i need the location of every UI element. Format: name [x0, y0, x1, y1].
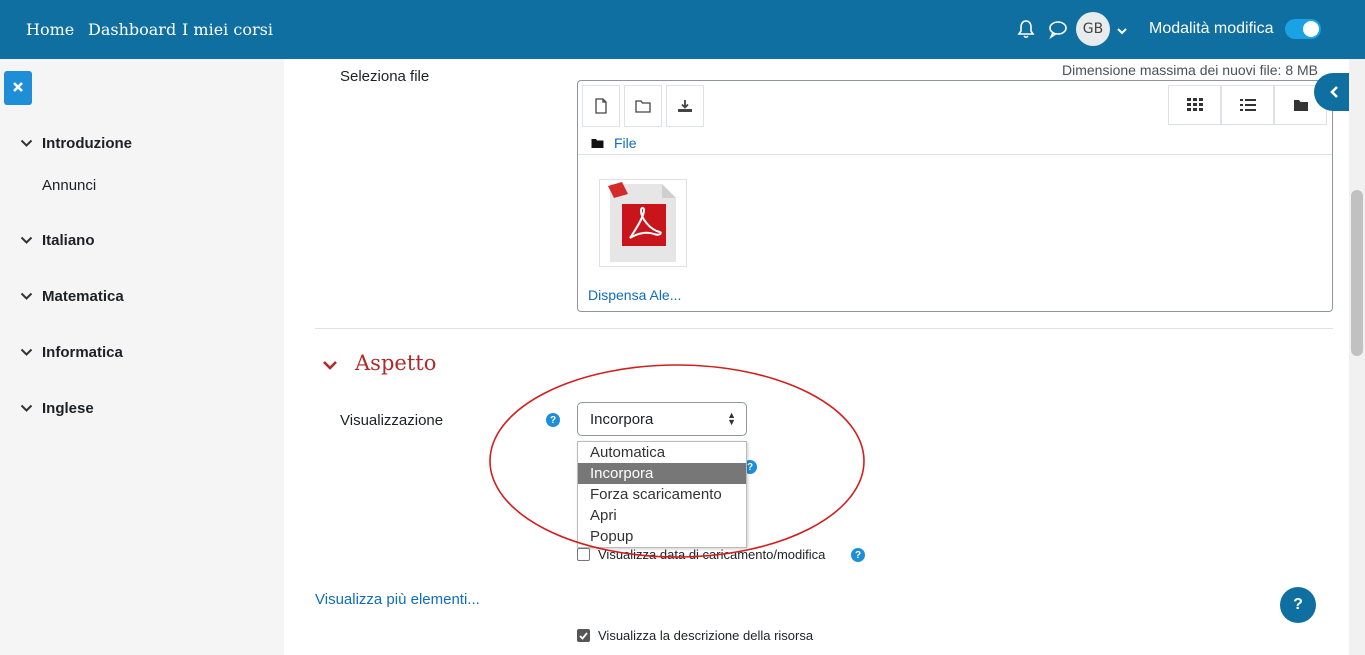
folder-icon	[591, 136, 604, 153]
close-sidebar-button[interactable]	[4, 71, 32, 105]
chevron-down-icon	[20, 292, 33, 300]
show-description-checkbox[interactable]	[577, 629, 590, 642]
option-popup[interactable]: Popup	[578, 526, 746, 547]
close-icon	[12, 80, 24, 97]
user-avatar[interactable]: GB	[1076, 12, 1110, 46]
sidebar-section-label: Matematica	[42, 288, 124, 305]
help-floating-button[interactable]: ?	[1280, 587, 1316, 623]
sidebar-section-inglese[interactable]: Inglese	[20, 400, 94, 417]
folder-icon	[1293, 100, 1308, 111]
sidebar-section-matematica[interactable]: Matematica	[20, 288, 124, 305]
chevron-down-icon	[20, 139, 33, 147]
view-list-button[interactable]	[1221, 85, 1274, 125]
pdf-file-thumbnail[interactable]	[599, 179, 687, 267]
sidebar-section-informatica[interactable]: Informatica	[20, 344, 123, 361]
option-apri[interactable]: Apri	[578, 505, 746, 526]
check-icon	[579, 631, 588, 640]
show-more-link[interactable]: Visualizza più elementi...	[315, 591, 480, 608]
chevron-down-icon[interactable]	[1116, 24, 1128, 41]
grid-icon	[1186, 98, 1203, 111]
list-icon	[1239, 99, 1256, 111]
show-description-label: Visualizza la descrizione della risorsa	[598, 628, 814, 643]
top-navbar: Home Dashboard I miei corsi GB Modalità …	[0, 0, 1365, 59]
breadcrumb-file-link[interactable]: File	[614, 135, 637, 151]
add-file-button[interactable]	[582, 85, 620, 127]
sidebar-item-annunci[interactable]: Annunci	[42, 177, 96, 194]
display-select-value: Incorpora	[590, 411, 654, 428]
file-icon	[595, 98, 607, 114]
view-icons-button[interactable]	[1168, 85, 1221, 125]
sidebar-section-introduzione[interactable]: Introduzione	[20, 135, 132, 152]
download-button[interactable]	[666, 85, 704, 127]
chevron-down-icon	[20, 404, 33, 412]
folder-icon	[635, 100, 651, 113]
edit-mode-toggle[interactable]	[1285, 19, 1321, 39]
appearance-section-title[interactable]: Aspetto	[355, 351, 436, 375]
chevron-down-icon	[20, 236, 33, 244]
chevron-down-icon	[20, 348, 33, 356]
show-upload-date-label: Visualizza data di caricamento/modifica	[598, 547, 826, 562]
download-icon	[678, 100, 692, 112]
nav-home-link[interactable]: Home	[26, 20, 74, 39]
help-icon[interactable]: ?	[851, 548, 865, 562]
chevron-down-icon[interactable]	[322, 358, 338, 375]
option-automatica[interactable]: Automatica	[578, 442, 746, 463]
sidebar-section-italiano[interactable]: Italiano	[20, 232, 95, 249]
display-select[interactable]: Incorpora ▲ ▼	[577, 402, 747, 436]
sidebar-section-label: Informatica	[42, 344, 123, 361]
sidebar-section-label: Inglese	[42, 400, 94, 417]
display-label: Visualizzazione	[340, 412, 444, 429]
show-upload-date-checkbox[interactable]	[577, 548, 590, 561]
nav-dashboard-link[interactable]: Dashboard	[88, 20, 176, 39]
edit-mode-label: Modalità modifica	[1149, 20, 1274, 37]
sidebar-section-label: Italiano	[42, 232, 95, 249]
show-description-row: Visualizza la descrizione della risorsa	[577, 628, 813, 643]
option-incorpora[interactable]: Incorpora	[578, 463, 746, 484]
scrollbar-thumb[interactable]	[1351, 190, 1363, 356]
pdf-icon	[608, 182, 676, 262]
show-upload-date-row: Visualizza data di caricamento/modifica	[577, 547, 825, 562]
open-drawer-button[interactable]	[1314, 73, 1354, 111]
file-name-link[interactable]: Dispensa Ale...	[588, 287, 681, 303]
max-file-size-text: Dimensione massima dei nuovi file: 8 MB	[1062, 62, 1318, 78]
display-options-dropdown: Automatica Incorpora Forza scaricamento …	[577, 441, 747, 548]
chat-icon[interactable]	[1048, 19, 1068, 43]
create-folder-button[interactable]	[624, 85, 662, 127]
section-divider	[315, 328, 1333, 329]
divider	[578, 154, 1332, 155]
bell-icon[interactable]	[1017, 19, 1035, 43]
help-icon[interactable]: ?	[546, 413, 560, 427]
option-forza-scaricamento[interactable]: Forza scaricamento	[578, 484, 746, 505]
sidebar-section-label: Introduzione	[42, 135, 132, 152]
nav-my-courses-link[interactable]: I miei corsi	[182, 20, 273, 39]
select-arrows-icon: ▲ ▼	[727, 410, 736, 427]
chevron-left-icon	[1330, 86, 1338, 98]
scrollbar[interactable]	[1349, 59, 1365, 655]
select-file-label: Seleziona file	[340, 68, 430, 85]
